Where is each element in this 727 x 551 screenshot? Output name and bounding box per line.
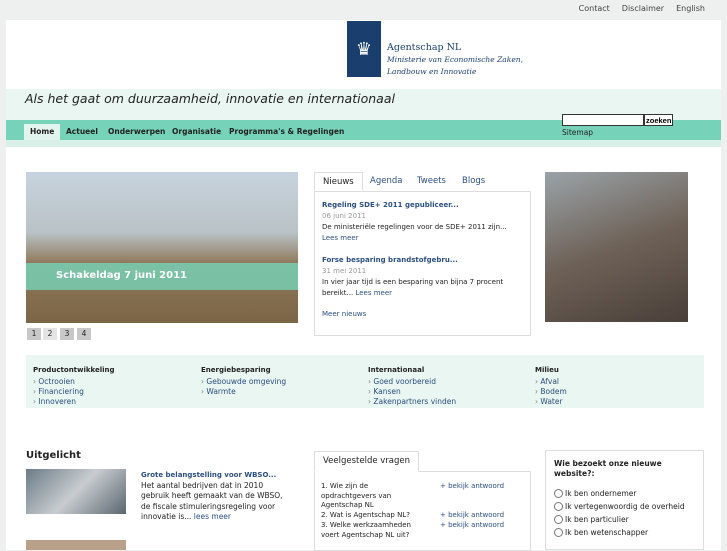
topic-link[interactable]: Gebouwde omgeving — [201, 377, 286, 387]
read-more-link[interactable]: lees meer — [194, 512, 231, 521]
street-photo — [545, 172, 688, 322]
featured-title[interactable]: Grote belangstelling voor WBSO... — [141, 471, 276, 479]
poll-option[interactable]: Ik ben particulier — [554, 515, 695, 524]
news-date: 06 juni 2011 — [322, 212, 366, 220]
read-more-link[interactable]: Lees meer — [322, 234, 359, 242]
poll-panel: Wie bezoekt onze nieuwe website?: Ik ben… — [545, 450, 704, 550]
featured-thumbnail[interactable] — [26, 469, 126, 514]
slider-caption[interactable]: Schakeldag 7 juni 2011 — [26, 263, 298, 290]
topic-column: Productontwikkeling OctrooienFinanciering… — [33, 365, 115, 407]
topic-link[interactable]: Kansen — [368, 387, 456, 397]
column-title: Internationaal — [368, 366, 425, 374]
slider-image[interactable] — [26, 172, 298, 323]
search-button[interactable]: zoeken — [644, 114, 674, 126]
topic-link[interactable]: Water — [535, 397, 567, 407]
faq-answer-link[interactable]: + bekijk antwoord — [440, 511, 504, 521]
featured-item: Grote belangstelling voor WBSO... Het aa… — [141, 470, 291, 523]
nav-home[interactable]: Home — [24, 124, 61, 140]
news-title[interactable]: Forse besparing brandstofgebru... — [322, 256, 458, 264]
logo-sub1: Ministerie van Economische Zaken, — [387, 55, 523, 64]
radio-button[interactable] — [554, 515, 563, 524]
tab-faq[interactable]: Veelgestelde vragen — [314, 451, 420, 472]
tab-nieuws[interactable]: Nieuws — [314, 172, 363, 191]
slider-page-1[interactable]: 1 — [27, 328, 41, 340]
uitgelicht-heading: Uitgelicht — [26, 450, 81, 461]
faq-answer-link[interactable]: + bekijk antwoord — [440, 521, 504, 531]
faq-question: 2. Wat is Agentschap NL? — [321, 511, 410, 519]
coat-of-arms-logo-icon[interactable]: ♛ — [347, 21, 381, 77]
topic-link[interactable]: Innoveren — [33, 397, 115, 407]
option-label: Ik ben particulier — [565, 515, 629, 524]
sitemap-link[interactable]: Sitemap — [562, 128, 593, 137]
faq-answer-link[interactable]: + bekijk antwoord — [440, 482, 504, 492]
topic-link[interactable]: Bodem — [535, 387, 566, 397]
poll-option[interactable]: Ik ben wetenschapper — [554, 528, 695, 537]
news-title[interactable]: Regeling SDE+ 2011 gepubliceer... — [322, 201, 459, 209]
nav-programmas[interactable]: Programma's & Regelingen — [223, 124, 350, 140]
column-title: Productontwikkeling — [33, 366, 115, 374]
option-label: Ik vertegenwoordig de overheid — [565, 502, 685, 511]
english-link[interactable]: English — [676, 4, 705, 13]
read-more-link[interactable]: Lees meer — [355, 289, 392, 297]
news-text: In vier jaar tijd is een besparing van b… — [322, 278, 504, 297]
radio-button[interactable] — [554, 489, 563, 498]
disclaimer-link[interactable]: Disclaimer — [622, 4, 664, 13]
topic-column: Milieu AfvalBodemWater — [535, 365, 567, 407]
news-item: Regeling SDE+ 2011 gepubliceer... 06 jun… — [322, 200, 527, 244]
faq-question: 3. Welke werkzaamheden voert Agentschap … — [321, 521, 411, 539]
poll-option[interactable]: Ik vertegenwoordig de overheid — [554, 502, 695, 511]
poll-question: Wie bezoekt onze nieuwe website?: — [554, 459, 662, 478]
search-input[interactable] — [562, 114, 644, 126]
topic-link[interactable]: Octrooien — [33, 377, 115, 387]
topic-column: Energiebesparing Gebouwde omgevingWarmte — [201, 365, 286, 397]
tab-blogs[interactable]: Blogs — [454, 172, 493, 191]
topic-link[interactable]: Afval — [535, 377, 567, 387]
logo-name: Agentschap NL — [387, 42, 462, 53]
top-links: Contact Disclaimer English — [579, 4, 705, 13]
faq-question: 1. Wie zijn de opdrachtgevers van Agents… — [321, 482, 392, 509]
nav-onderwerpen[interactable]: Onderwerpen — [102, 124, 171, 140]
topic-link[interactable]: Warmte — [201, 387, 286, 397]
topic-link[interactable]: Financiering — [33, 387, 115, 397]
slider-page-4[interactable]: 4 — [77, 328, 91, 340]
news-text: De ministeriële regelingen voor de SDE+ … — [322, 223, 507, 231]
featured-thumbnail[interactable] — [26, 540, 126, 550]
news-date: 31 mei 2011 — [322, 267, 367, 275]
news-item: Forse besparing brandstofgebru... 31 mei… — [322, 255, 527, 299]
radio-button[interactable] — [554, 528, 563, 537]
nav-strip — [6, 140, 721, 147]
logo-text: Agentschap NL Ministerie van Economische… — [387, 42, 523, 78]
slider-page-2[interactable]: 2 — [43, 328, 57, 340]
slider-page-3[interactable]: 3 — [60, 328, 74, 340]
radio-button[interactable] — [554, 502, 563, 511]
more-news-link[interactable]: Meer nieuws — [322, 309, 366, 320]
contact-link[interactable]: Contact — [579, 4, 610, 13]
option-label: Ik ben wetenschapper — [565, 528, 649, 537]
nav-actueel[interactable]: Actueel — [60, 124, 104, 140]
topic-links-band — [26, 355, 704, 408]
option-label: Ik ben ondernemer — [565, 489, 637, 498]
topic-column: Internationaal Goed voorbereidKansenZaken… — [368, 365, 456, 407]
topic-link[interactable]: Goed voorbereid — [368, 377, 456, 387]
nav-organisatie[interactable]: Organisatie — [166, 124, 227, 140]
tab-tweets[interactable]: Tweets — [409, 172, 454, 191]
topic-link[interactable]: Zakenpartners vinden — [368, 397, 456, 407]
column-title: Energiebesparing — [201, 366, 271, 374]
column-title: Milieu — [535, 366, 559, 374]
poll-option[interactable]: Ik ben ondernemer — [554, 489, 695, 498]
logo-sub2: Landbouw en Innovatie — [387, 67, 477, 76]
tab-agenda[interactable]: Agenda — [362, 172, 410, 191]
